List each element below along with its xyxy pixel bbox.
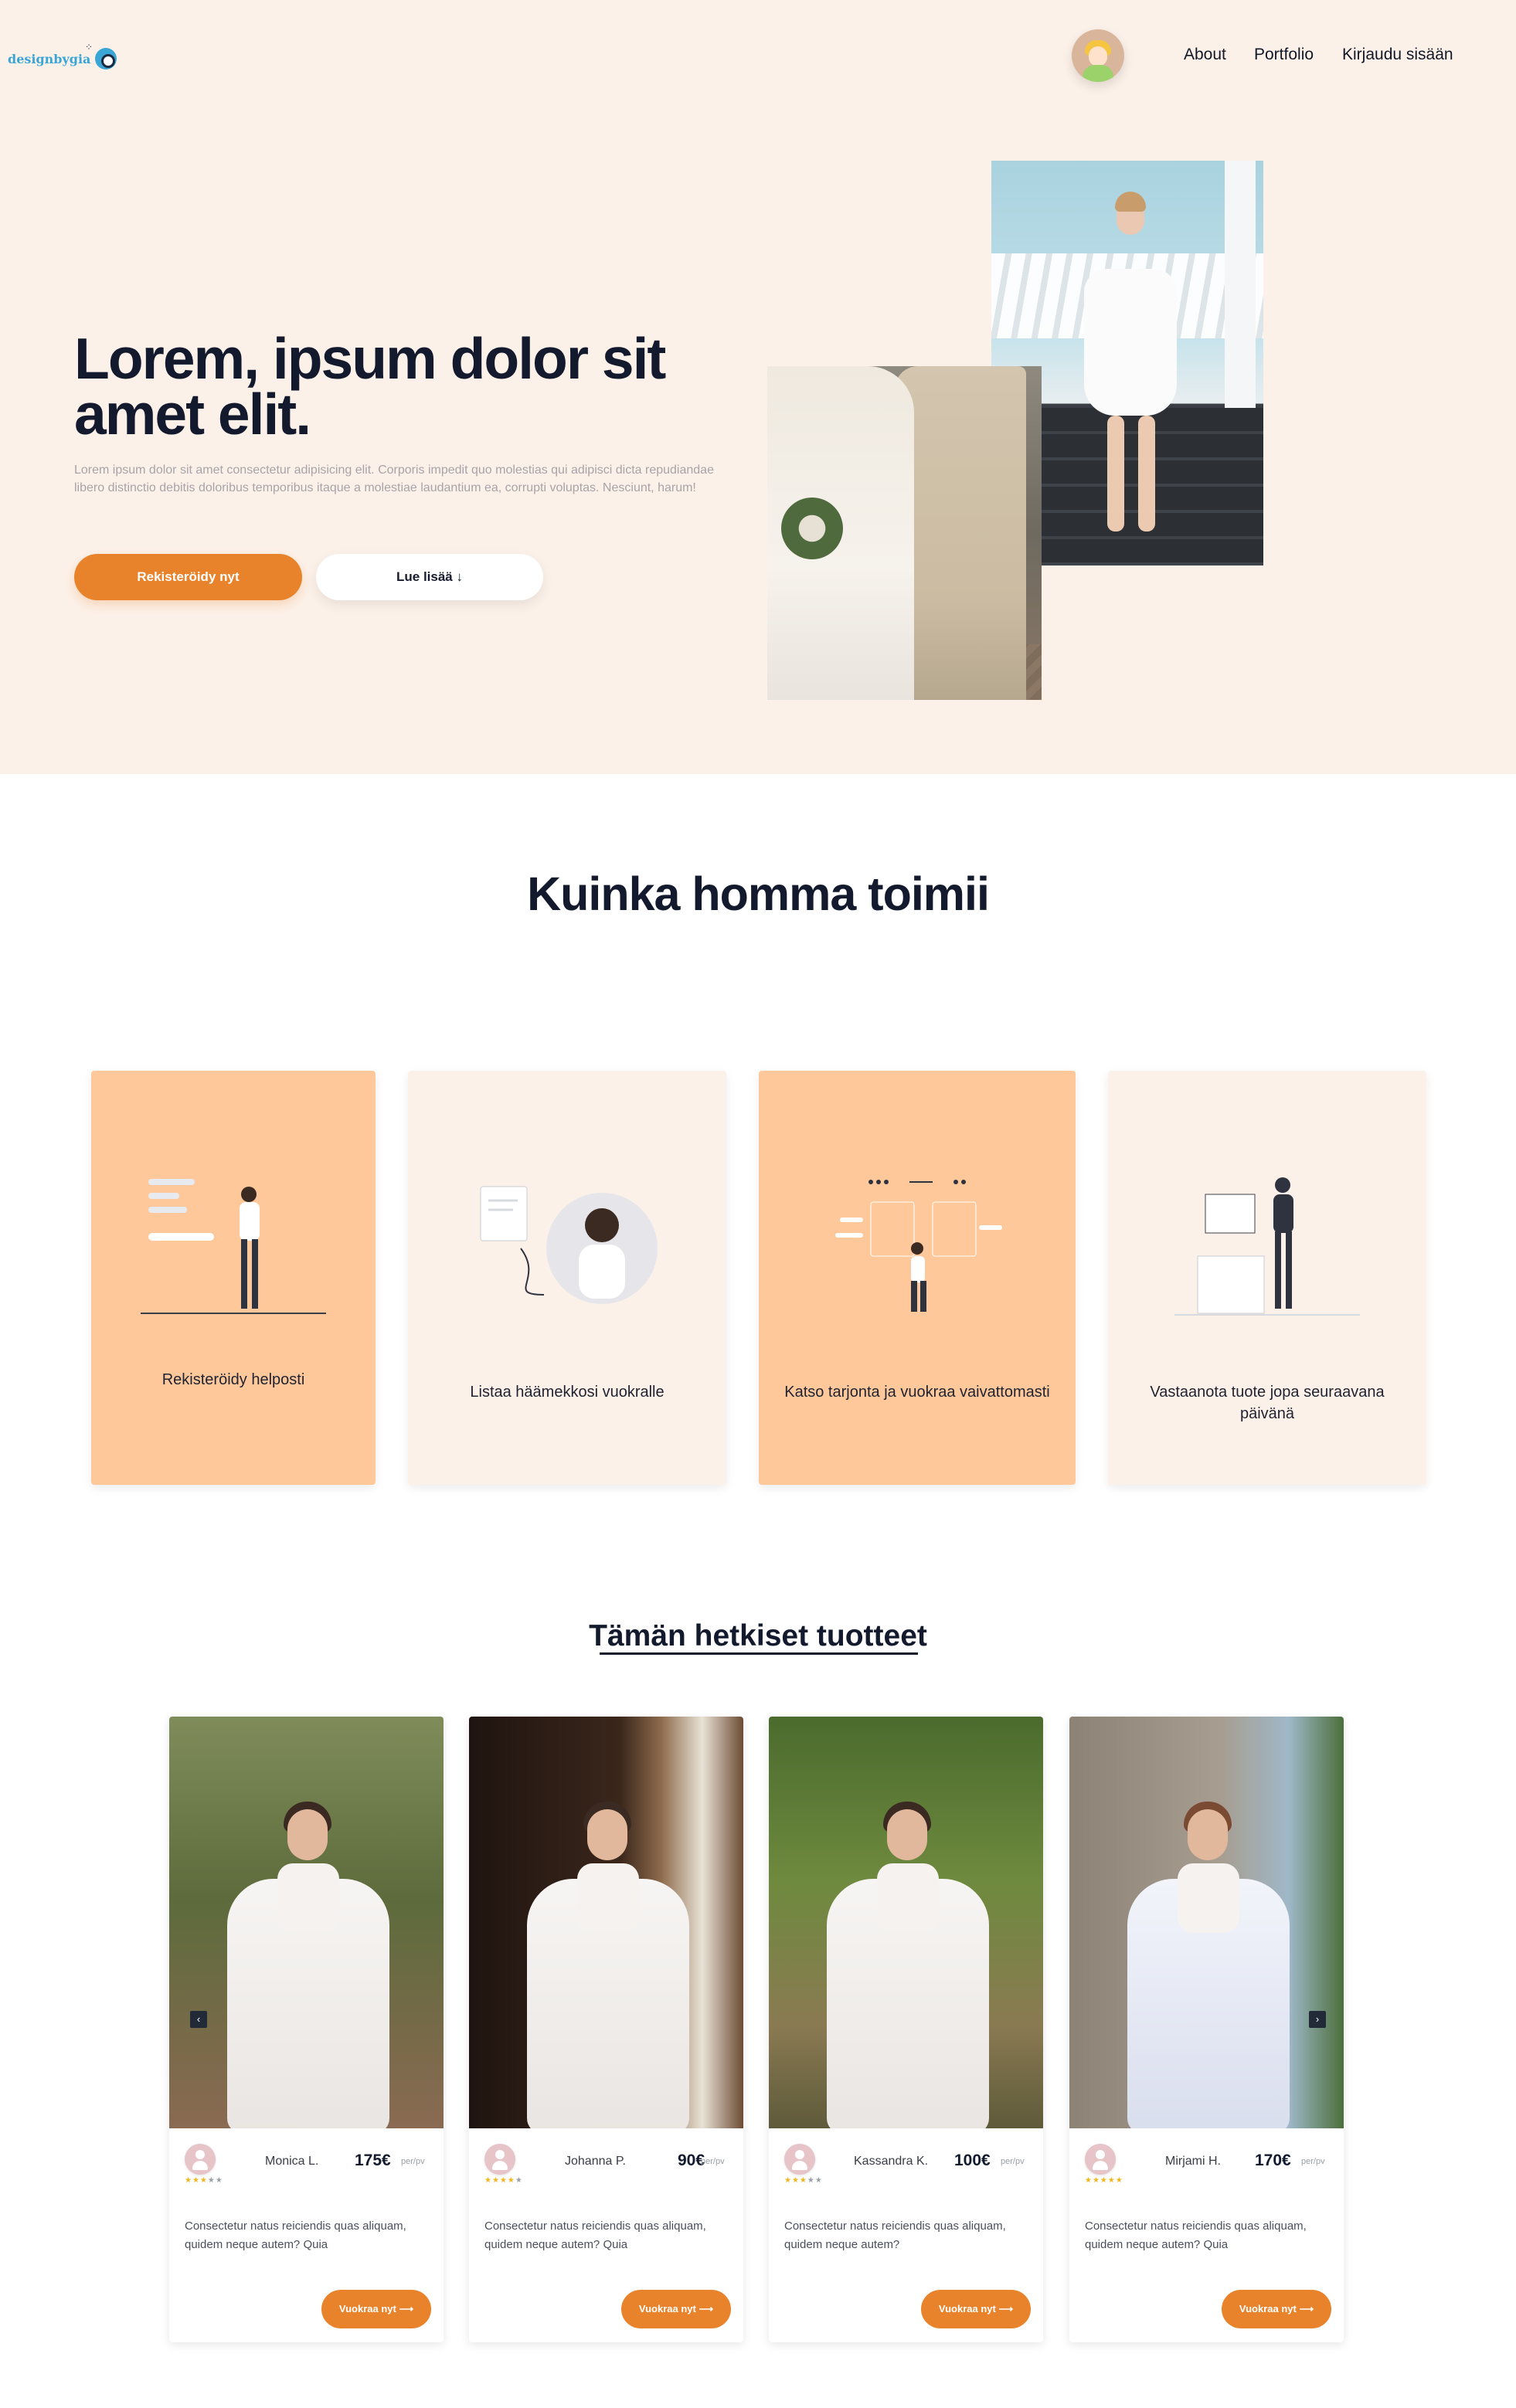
product-description: Consectetur natus reiciendis quas aliqua…	[484, 2220, 706, 2251]
photo-head	[887, 1809, 927, 1860]
product-card[interactable]: ★★★★★ Johanna P. 90€ per/pv Consectetur …	[469, 1717, 743, 2342]
register-illustration-icon	[141, 1179, 326, 1314]
avatar-face	[1089, 46, 1107, 66]
photo-bouquet	[781, 498, 843, 559]
logo[interactable]: designbygia ⁘	[8, 42, 117, 74]
step-label: Rekisteröidy helposti	[161, 1371, 305, 1388]
products-title: Tämän hetkiset tuotteet	[589, 1619, 927, 1652]
seller-name: Mirjami H.	[1165, 2155, 1221, 2168]
rating-stars-icon: ★★★★★	[185, 2176, 223, 2185]
product-description: Consectetur natus reiciendis quas aliqua…	[1085, 2220, 1307, 2251]
sparkle-icon: ⁘	[85, 42, 93, 53]
product-photo[interactable]	[169, 1717, 444, 2128]
product-meta: ★★★★★ Kassandra K. 100€ per/pv	[784, 2144, 1032, 2185]
price-unit: per/pv	[401, 2157, 425, 2166]
seller-avatar	[784, 2144, 815, 2175]
product-price: 175€	[355, 2152, 391, 2169]
products-title-underline	[600, 1652, 918, 1655]
rating-stars-icon: ★★★★★	[1085, 2176, 1123, 2185]
photo-bodice	[877, 1863, 939, 1933]
step-card-list-dress: Listaa häämekkosi vuokralle	[408, 1071, 726, 1485]
receive-illustration-icon	[1174, 1177, 1360, 1316]
product-meta: ★★★★★ Monica L. 175€ per/pv	[185, 2144, 432, 2185]
nav-login[interactable]: Kirjaudu sisään	[1342, 43, 1453, 66]
nav-about[interactable]: About	[1184, 43, 1226, 66]
photo-head	[1188, 1809, 1228, 1860]
seller-avatar	[484, 2144, 515, 2175]
product-card[interactable]: ★★★★★ Mirjami H. 170€ per/pv Consectetur…	[1069, 1717, 1344, 2342]
seller-name: Monica L.	[265, 2155, 319, 2168]
photo-leg	[1138, 416, 1155, 532]
step-card-receive: Vastaanota tuote jopa seuraavana päivänä	[1108, 1071, 1426, 1485]
product-description: Consectetur natus reiciendis quas aliqua…	[185, 2220, 406, 2251]
seller-name: Kassandra K.	[854, 2155, 929, 2168]
seller-avatar	[1085, 2144, 1116, 2175]
nav-portfolio[interactable]: Portfolio	[1254, 43, 1314, 66]
hero-subtitle: Lorem ipsum dolor sit amet consectetur a…	[74, 464, 714, 494]
rating-stars-icon: ★★★★★	[784, 2176, 823, 2185]
product-meta: ★★★★★ Mirjami H. 170€ per/pv	[1085, 2144, 1332, 2185]
step-card-register: Rekisteröidy helposti	[91, 1071, 376, 1485]
photo-bodice	[1178, 1863, 1239, 1933]
product-price: 170€	[1255, 2152, 1291, 2169]
product-card[interactable]: ★★★★★ Kassandra K. 100€ per/pv Consectet…	[769, 1717, 1043, 2342]
photo-bodice	[277, 1863, 339, 1933]
price-unit: per/pv	[1301, 2157, 1325, 2166]
photo-leg	[1107, 416, 1124, 532]
product-description: Consectetur natus reiciendis quas aliqua…	[784, 2220, 1006, 2251]
product-meta: ★★★★★ Johanna P. 90€ per/pv	[484, 2144, 732, 2185]
photo-head	[287, 1809, 328, 1860]
rent-now-button[interactable]: Vuokraa nyt ⟶	[1222, 2290, 1331, 2328]
read-more-button[interactable]: Lue lisää ↓	[316, 554, 543, 600]
rent-now-button[interactable]: Vuokraa nyt ⟶	[321, 2290, 431, 2328]
step-label: Katso tarjonta ja vuokraa vaivattomasti	[784, 1384, 1050, 1401]
logo-text: designbygia	[8, 51, 91, 66]
how-it-works-title: Kuinka homma toimii	[527, 868, 990, 920]
browse-illustration-icon	[835, 1180, 1002, 1312]
product-photo[interactable]	[469, 1717, 743, 2128]
hero-title-line2: amet elit.	[74, 382, 311, 447]
eye-icon	[95, 48, 117, 70]
slider-next-icon[interactable]: ›	[1309, 2011, 1326, 2028]
photo-dress	[1084, 269, 1177, 416]
product-price: 100€	[954, 2152, 991, 2169]
step-card-browse: Katso tarjonta ja vuokraa vaivattomasti	[759, 1071, 1076, 1485]
photo-bodice	[577, 1863, 639, 1933]
photo-suit	[895, 366, 1026, 700]
hero-title: Lorem, ipsum dolor sit amet elit.	[74, 330, 708, 443]
avatar-shirt	[1083, 65, 1113, 82]
seller-name: Johanna P.	[565, 2155, 626, 2168]
rent-now-button[interactable]: Vuokraa nyt ⟶	[621, 2290, 731, 2328]
register-button[interactable]: Rekisteröidy nyt	[74, 554, 302, 600]
product-photo[interactable]	[769, 1717, 1043, 2128]
photo-head	[587, 1809, 627, 1860]
photo-hair	[1115, 192, 1146, 212]
hero-photo-couple	[767, 366, 1042, 700]
user-avatar-button[interactable]	[1072, 29, 1124, 82]
step-label: Vastaanota tuote jopa seuraavana päivänä	[1150, 1384, 1385, 1422]
price-unit: per/pv	[701, 2157, 725, 2166]
seller-avatar	[185, 2144, 216, 2175]
photo-column	[1225, 161, 1256, 416]
step-label: Listaa häämekkosi vuokralle	[470, 1384, 665, 1401]
rating-stars-icon: ★★★★★	[484, 2176, 523, 2185]
hero-section: designbygia ⁘ About Portfolio Kirjaudu s…	[0, 0, 1516, 774]
rent-now-button[interactable]: Vuokraa nyt ⟶	[921, 2290, 1031, 2328]
slider-prev-icon[interactable]: ‹	[190, 2011, 207, 2028]
product-card[interactable]: ★★★★★ Monica L. 175€ per/pv Consectetur …	[169, 1717, 444, 2342]
list-dress-illustration-icon	[480, 1186, 658, 1304]
price-unit: per/pv	[1001, 2157, 1025, 2166]
product-photo[interactable]	[1069, 1717, 1344, 2128]
